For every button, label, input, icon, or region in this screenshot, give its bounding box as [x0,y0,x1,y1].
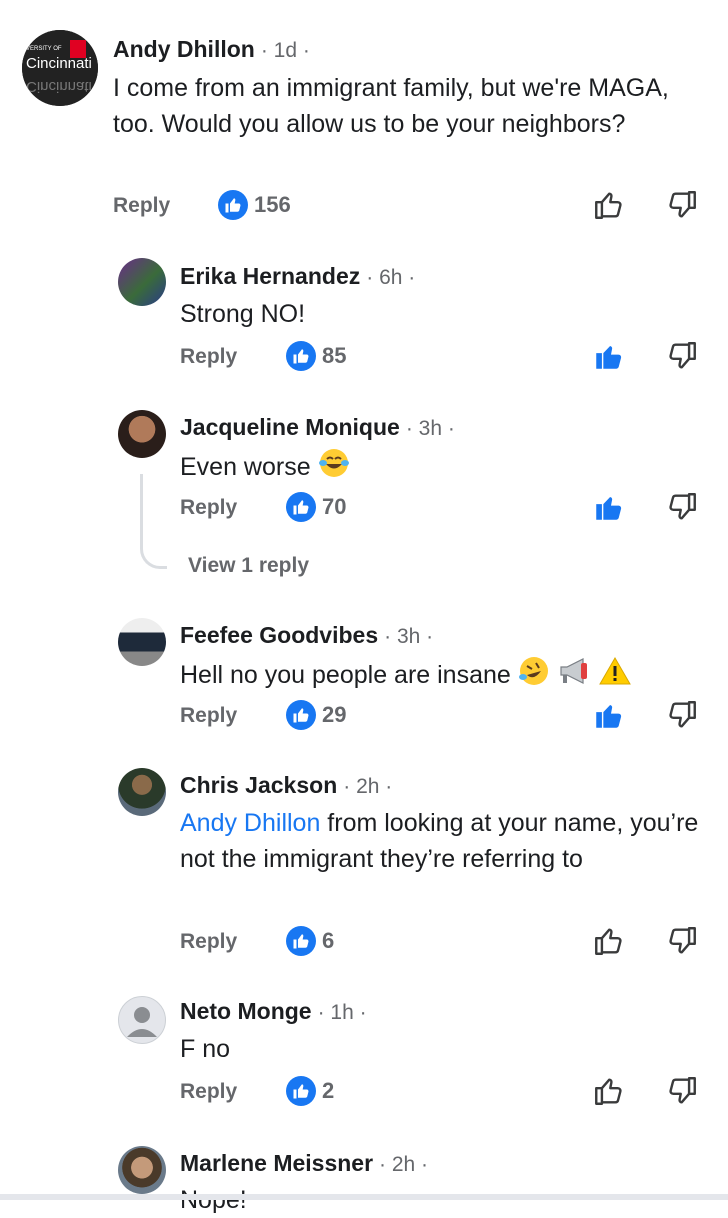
author-name-text[interactable]: Chris Jackson [180,772,337,798]
author-name-text[interactable]: Erika Hernandez [180,263,360,289]
avatar[interactable] [118,768,166,816]
author-name[interactable]: Feefee Goodvibes · 3h · [180,622,433,649]
like-badge-icon [286,492,316,522]
avatar[interactable] [118,618,166,666]
megaphone-emoji-icon [560,658,587,684]
timestamp: · 2h · [343,775,393,798]
avatar[interactable] [118,410,166,458]
comment-text: Nope! [180,1186,247,1214]
thumbs-up-filled-icon[interactable] [592,490,626,524]
author-name-text[interactable]: Feefee Goodvibes [180,622,378,648]
author-name[interactable]: Andy Dhillon · 1d · [113,36,310,63]
like-count[interactable]: 6 [286,926,334,956]
like-count[interactable]: 70 [286,492,346,522]
thumbs-down-outline-icon[interactable] [665,490,699,524]
timestamp: · 2h · [379,1153,429,1176]
thumbs-down-outline-icon[interactable] [665,339,699,373]
author-name[interactable]: Marlene Meissner · 2h · [180,1150,428,1177]
avatar[interactable] [118,258,166,306]
logo-small-text: VERSITY OF [26,46,62,52]
view-replies-link[interactable]: View 1 reply [188,554,309,578]
reply-button[interactable]: Reply [180,930,237,954]
avatar[interactable]: VERSITY OF Cincinnati Cincinnati [22,30,98,106]
warning-emoji-icon [598,656,631,685]
author-name[interactable]: Jacqueline Monique · 3h · [180,414,455,441]
thread-connector [140,474,167,569]
like-badge-icon [286,926,316,956]
logo-text: Cincinnati [26,55,92,72]
like-count-text: 2 [322,1078,335,1103]
thumbs-up-filled-icon[interactable] [592,339,626,373]
comment-text: Hell no you people are insane [180,655,632,693]
comment-text: Even worse [180,447,350,485]
like-count[interactable]: 85 [286,341,346,371]
like-badge-icon [286,700,316,730]
like-badge-icon [218,190,248,220]
like-count-text: 6 [322,928,335,953]
thumbs-down-outline-icon[interactable] [665,188,699,222]
author-name-text[interactable]: Marlene Meissner [180,1150,373,1176]
like-count[interactable]: 29 [286,700,346,730]
svg-text:Cincinnati: Cincinnati [26,78,92,95]
like-count-text: 70 [322,494,347,519]
like-badge-icon [286,341,316,371]
author-name-text[interactable]: Andy Dhillon [113,36,255,62]
rolling-laughing-emoji-icon [518,657,548,685]
reply-button[interactable]: Reply [180,496,237,520]
author-name[interactable]: Chris Jackson · 2h · [180,772,392,799]
like-count-text: 85 [322,343,347,368]
thumbs-up-filled-icon[interactable] [592,698,626,732]
reply-button[interactable]: Reply [180,345,237,369]
timestamp: · 6h · [366,266,416,289]
like-count-text: 29 [322,702,347,727]
timestamp: · 1d · [260,39,310,62]
avatar[interactable] [118,1146,166,1194]
thumbs-up-outline-icon[interactable] [592,1074,626,1108]
timestamp: · 3h · [405,417,455,440]
like-badge-icon [286,1076,316,1106]
thumbs-up-outline-icon[interactable] [592,924,626,958]
author-name[interactable]: Erika Hernandez · 6h · [180,263,415,290]
author-name[interactable]: Neto Monge · 1h · [180,998,367,1025]
thumbs-down-outline-icon[interactable] [665,698,699,732]
thumbs-down-outline-icon[interactable] [665,1074,699,1108]
reply-button[interactable]: Reply [113,194,170,218]
thumbs-up-outline-icon[interactable] [592,188,626,222]
comment-text-content: Hell no you people are insane [180,661,511,689]
timestamp: · 3h · [384,625,434,648]
comment-text: F no [180,1035,231,1063]
timestamp: · 1h · [317,1001,367,1024]
like-count-text: 156 [254,192,291,217]
bottom-divider [0,1194,728,1200]
default-avatar-icon[interactable] [118,996,166,1044]
author-name-text[interactable]: Jacqueline Monique [180,414,400,440]
comment-text: I come from an immigrant family, but we'… [113,74,669,138]
laughing-tears-emoji-icon [318,449,349,477]
reply-button[interactable]: Reply [180,1080,237,1104]
like-count[interactable]: 2 [286,1076,334,1106]
reply-button[interactable]: Reply [180,704,237,728]
comment-text-content: Even worse [180,453,311,481]
author-name-text[interactable]: Neto Monge [180,998,312,1024]
like-count[interactable]: 156 [218,190,291,220]
comment-text: Andy Dhillon from looking at your name, … [180,805,700,877]
comment-text: Strong NO! [180,300,306,328]
mention-link[interactable]: Andy Dhillon [180,809,320,837]
thumbs-down-outline-icon[interactable] [665,924,699,958]
